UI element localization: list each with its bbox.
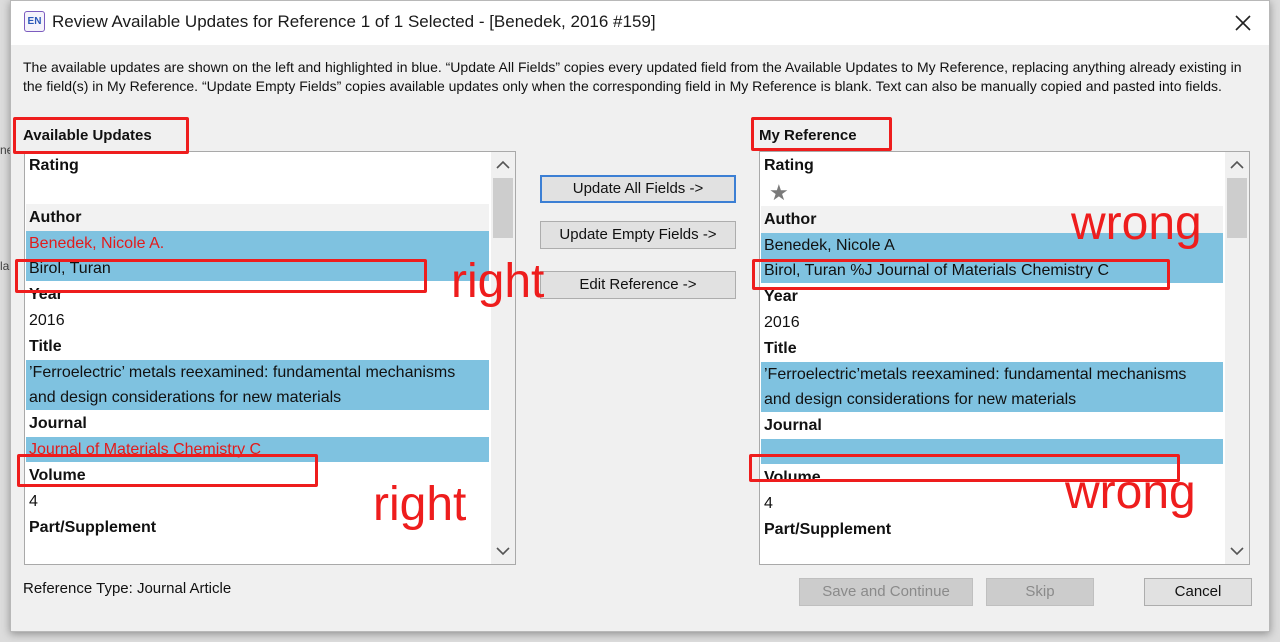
annotation-wrong-label: wrong bbox=[1065, 466, 1196, 519]
title-bar: EN Review Available Updates for Referenc… bbox=[11, 1, 1269, 45]
annotation-right-label: right bbox=[373, 478, 467, 531]
chevron-down-icon[interactable] bbox=[1225, 540, 1249, 562]
title-value[interactable]: and design considerations for new materi… bbox=[26, 385, 489, 410]
vertical-scrollbar[interactable] bbox=[491, 152, 515, 564]
dialog-title: Review Available Updates for Reference 1… bbox=[52, 12, 656, 31]
save-and-continue-button[interactable]: Save and Continue bbox=[799, 578, 973, 606]
chevron-down-icon[interactable] bbox=[491, 540, 515, 562]
annotation-box-right-author bbox=[752, 259, 1170, 290]
scrollbar-thumb[interactable] bbox=[1227, 178, 1247, 238]
vertical-scrollbar[interactable] bbox=[1225, 152, 1249, 564]
title-label: Title bbox=[29, 338, 62, 355]
title-value[interactable]: ’Ferroelectric’ metals reexamined: funda… bbox=[26, 360, 489, 385]
title-label: Title bbox=[764, 340, 797, 357]
rating-label: Rating bbox=[29, 157, 79, 174]
review-updates-dialog: EN Review Available Updates for Referenc… bbox=[10, 0, 1270, 632]
skip-button[interactable]: Skip bbox=[986, 578, 1094, 606]
rating-label: Rating bbox=[764, 157, 814, 174]
year-value[interactable]: 2016 bbox=[761, 310, 1223, 335]
author-label: Author bbox=[26, 204, 489, 231]
close-icon[interactable] bbox=[1231, 11, 1255, 35]
annotation-box-available-updates-label bbox=[13, 117, 189, 154]
annotation-box-left-author bbox=[15, 259, 427, 293]
rating-value[interactable] bbox=[26, 179, 489, 204]
update-empty-fields-button[interactable]: Update Empty Fields -> bbox=[540, 221, 736, 249]
title-value[interactable]: and design considerations for new materi… bbox=[761, 387, 1223, 412]
chevron-up-icon[interactable] bbox=[1225, 154, 1249, 176]
annotation-box-left-journal bbox=[17, 454, 318, 487]
endnote-app-icon: EN bbox=[24, 11, 45, 32]
annotation-right-label: right bbox=[451, 255, 545, 308]
description-text: The available updates are shown on the l… bbox=[23, 59, 1242, 94]
chevron-up-icon[interactable] bbox=[491, 154, 515, 176]
annotation-wrong-label: wrong bbox=[1071, 197, 1202, 250]
cancel-button[interactable]: Cancel bbox=[1144, 578, 1252, 606]
annotation-box-my-reference-label bbox=[751, 117, 892, 151]
journal-label: Journal bbox=[764, 417, 822, 434]
title-value[interactable]: ’Ferroelectric’metals reexamined: fundam… bbox=[761, 362, 1223, 387]
update-all-fields-button[interactable]: Update All Fields -> bbox=[540, 175, 736, 203]
scrollbar-thumb[interactable] bbox=[493, 178, 513, 238]
background-fragment: la bbox=[0, 259, 10, 273]
year-value[interactable]: 2016 bbox=[26, 308, 489, 333]
part-supplement-label: Part/Supplement bbox=[764, 521, 892, 538]
reference-type-label: Reference Type: Journal Article bbox=[23, 580, 232, 597]
journal-label: Journal bbox=[29, 415, 87, 432]
edit-reference-button[interactable]: Edit Reference -> bbox=[540, 271, 736, 299]
author-value[interactable]: Benedek, Nicole A. bbox=[26, 231, 489, 256]
